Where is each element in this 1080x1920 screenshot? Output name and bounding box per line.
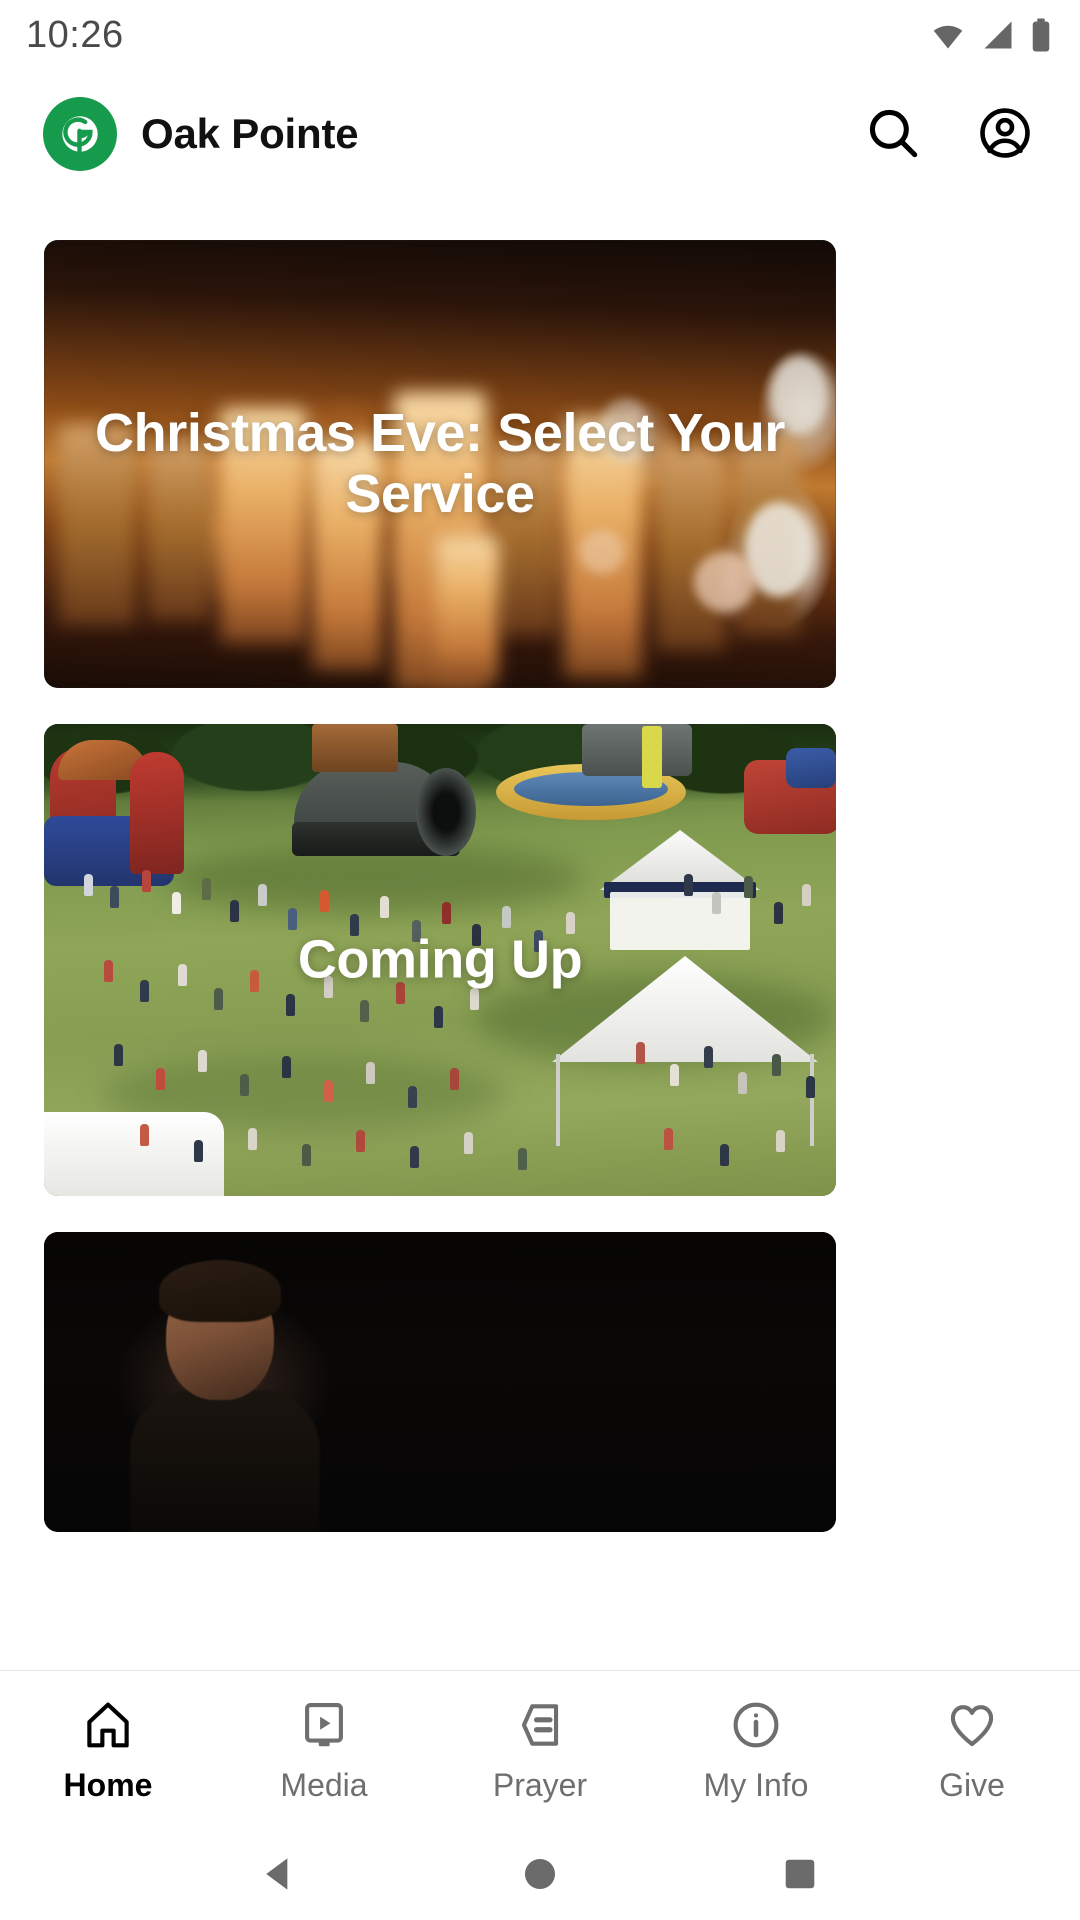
account-circle-icon (976, 104, 1034, 165)
nav-item-media[interactable]: Media (216, 1697, 432, 1801)
feed-card-coming-up[interactable]: Coming Up (44, 724, 836, 1196)
feed-card-christmas-eve[interactable]: Christmas Eve: Select Your Service (44, 240, 836, 688)
app-root: 10:26 Oak Pointe Christmas Eve: Select Y… (0, 0, 1080, 1920)
page-title: Oak Pointe (141, 110, 359, 157)
card-image-stage (44, 1232, 836, 1532)
nav-label-media: Media (280, 1767, 368, 1803)
android-system-nav (0, 1830, 1080, 1920)
recents-button[interactable] (765, 1840, 835, 1910)
feed-fade-overlay (0, 1644, 1080, 1670)
search-icon (864, 104, 922, 165)
back-button[interactable] (245, 1840, 315, 1910)
home-icon (80, 1697, 136, 1753)
prayer-note-icon (512, 1697, 568, 1753)
nav-item-prayer[interactable]: Prayer (432, 1697, 648, 1801)
cellular-signal-icon (980, 17, 1016, 53)
square-recents-icon (778, 1852, 822, 1899)
info-circle-icon (728, 1697, 784, 1753)
nav-label-home: Home (63, 1767, 153, 1803)
status-clock: 10:26 (26, 14, 124, 56)
brand[interactable]: Oak Pointe (43, 97, 862, 171)
content-feed[interactable]: Christmas Eve: Select Your Service Comin… (0, 198, 1080, 1670)
nav-label-prayer: Prayer (492, 1767, 588, 1803)
home-button[interactable] (505, 1840, 575, 1910)
card-title: Christmas Eve: Select Your Service (95, 402, 785, 524)
card-title: Coming Up (297, 929, 583, 990)
nav-label-give: Give (939, 1767, 1005, 1803)
battery-icon (1030, 17, 1052, 53)
bottom-navigation: Home Media Prayer My Info Give (0, 1670, 1080, 1830)
triangle-back-icon (258, 1852, 302, 1899)
search-button[interactable] (862, 103, 924, 165)
wifi-icon (930, 17, 966, 53)
media-play-icon (296, 1697, 352, 1753)
oak-pointe-leaf-logo-icon (43, 97, 117, 171)
portrait-body (130, 1390, 320, 1532)
header-actions (862, 103, 1036, 165)
feed-card-message[interactable] (44, 1232, 836, 1532)
heart-icon (944, 1697, 1000, 1753)
nav-item-give[interactable]: Give (864, 1697, 1080, 1801)
status-icons (930, 17, 1052, 53)
nav-label-my-info: My Info (703, 1767, 809, 1803)
nav-item-home[interactable]: Home (0, 1697, 216, 1801)
circle-home-icon (518, 1852, 562, 1899)
portrait-hair (159, 1260, 281, 1322)
account-button[interactable] (974, 103, 1036, 165)
app-header: Oak Pointe (0, 70, 1080, 198)
nav-item-my-info[interactable]: My Info (648, 1697, 864, 1801)
status-bar: 10:26 (0, 0, 1080, 70)
